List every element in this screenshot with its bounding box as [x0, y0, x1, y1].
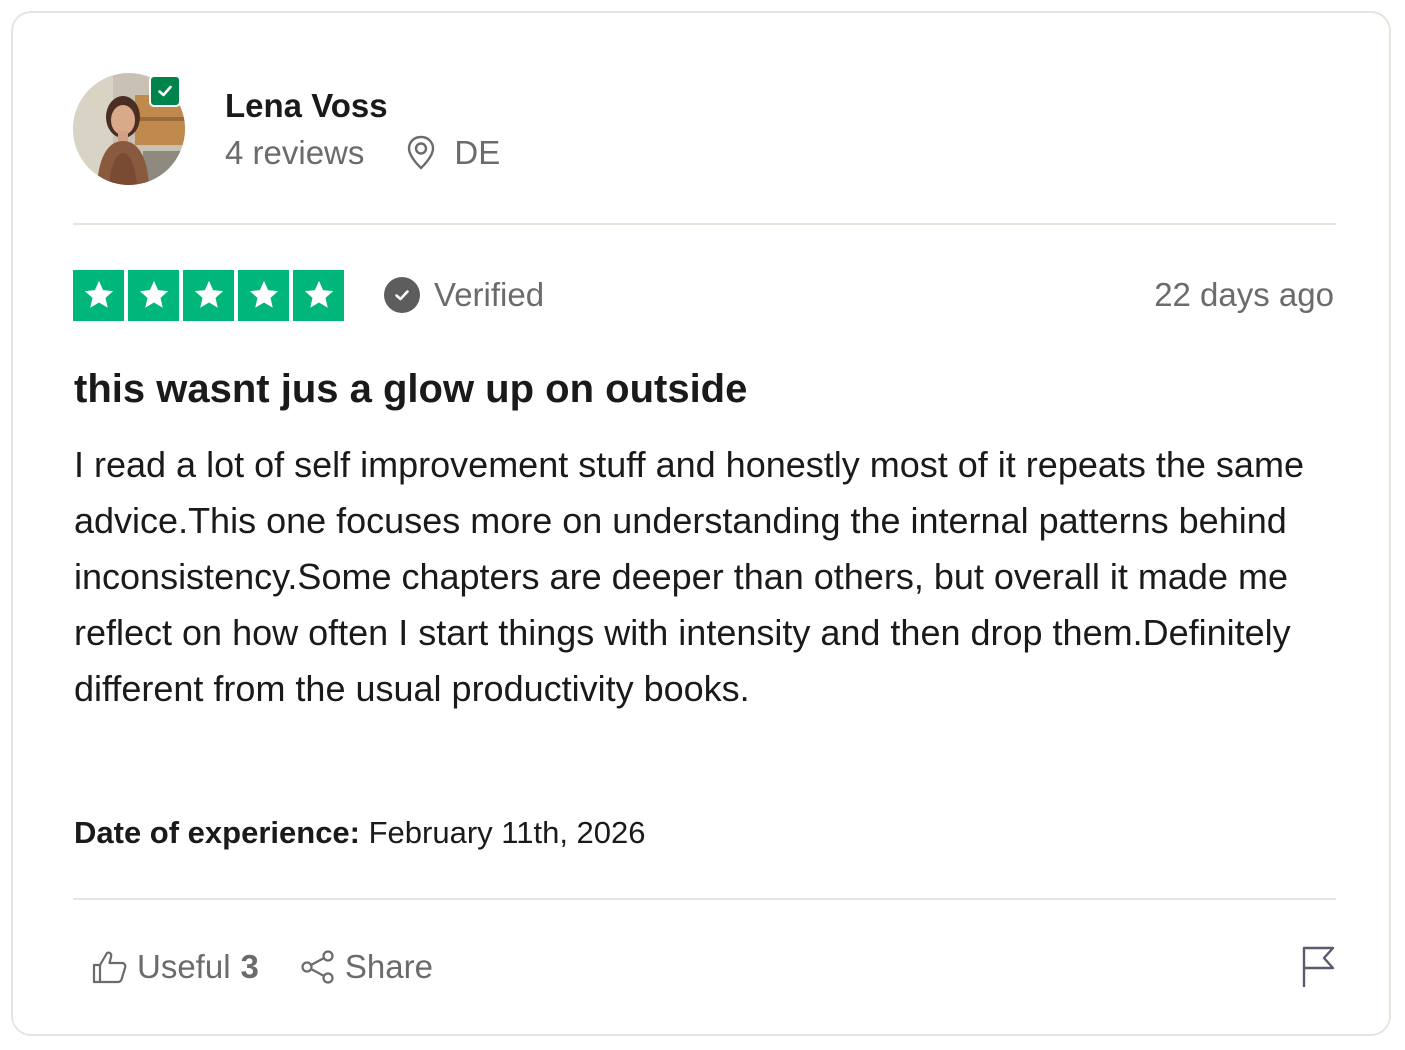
footer-divider	[73, 898, 1336, 900]
user-location: DE	[406, 134, 500, 172]
check-circle-icon	[384, 277, 420, 313]
verified-check-icon	[149, 75, 181, 107]
review-count: 4 reviews	[225, 134, 365, 171]
user-name[interactable]: Lena Voss	[225, 86, 500, 126]
date-of-experience: Date of experience: February 11th, 2026	[74, 815, 646, 851]
review-title: this wasnt jus a glow up on outside	[74, 367, 748, 411]
experience-date: February 11th, 2026	[368, 815, 646, 850]
star-icon	[73, 269, 124, 321]
review-date: 22 days ago	[1154, 276, 1334, 313]
verified-text: Verified	[434, 276, 545, 313]
rating-row: Verified 22 days ago	[73, 269, 1336, 321]
share-label: Share	[344, 948, 433, 985]
report-flag-button[interactable]	[1300, 945, 1336, 989]
experience-label: Date of experience:	[74, 815, 360, 850]
review-body: I read a lot of self improvement stuff a…	[74, 444, 1304, 709]
thumbs-up-icon	[92, 951, 127, 984]
star-icon	[128, 269, 179, 321]
star-rating	[73, 269, 344, 321]
useful-label: Useful	[137, 948, 231, 985]
flag-icon	[1302, 946, 1335, 987]
star-icon	[238, 269, 289, 321]
country-code: DE	[454, 134, 501, 171]
reviewer-header: Lena Voss 4 reviews DE	[73, 73, 500, 185]
user-meta: 4 reviews DE	[225, 134, 500, 172]
share-icon	[301, 950, 334, 984]
star-icon	[293, 269, 344, 321]
verified-label[interactable]: Verified	[384, 276, 544, 314]
useful-count: 3	[240, 948, 259, 985]
review-footer: Useful 3 Share	[91, 941, 1336, 993]
location-pin-icon	[408, 135, 435, 170]
useful-button[interactable]: Useful 3	[91, 948, 259, 986]
share-button[interactable]: Share	[299, 948, 433, 986]
avatar-container[interactable]	[73, 73, 185, 185]
header-divider	[73, 223, 1336, 225]
star-icon	[183, 269, 234, 321]
review-card: Lena Voss 4 reviews DE Verified 22 days …	[11, 11, 1391, 1036]
user-info: Lena Voss 4 reviews DE	[225, 86, 500, 172]
